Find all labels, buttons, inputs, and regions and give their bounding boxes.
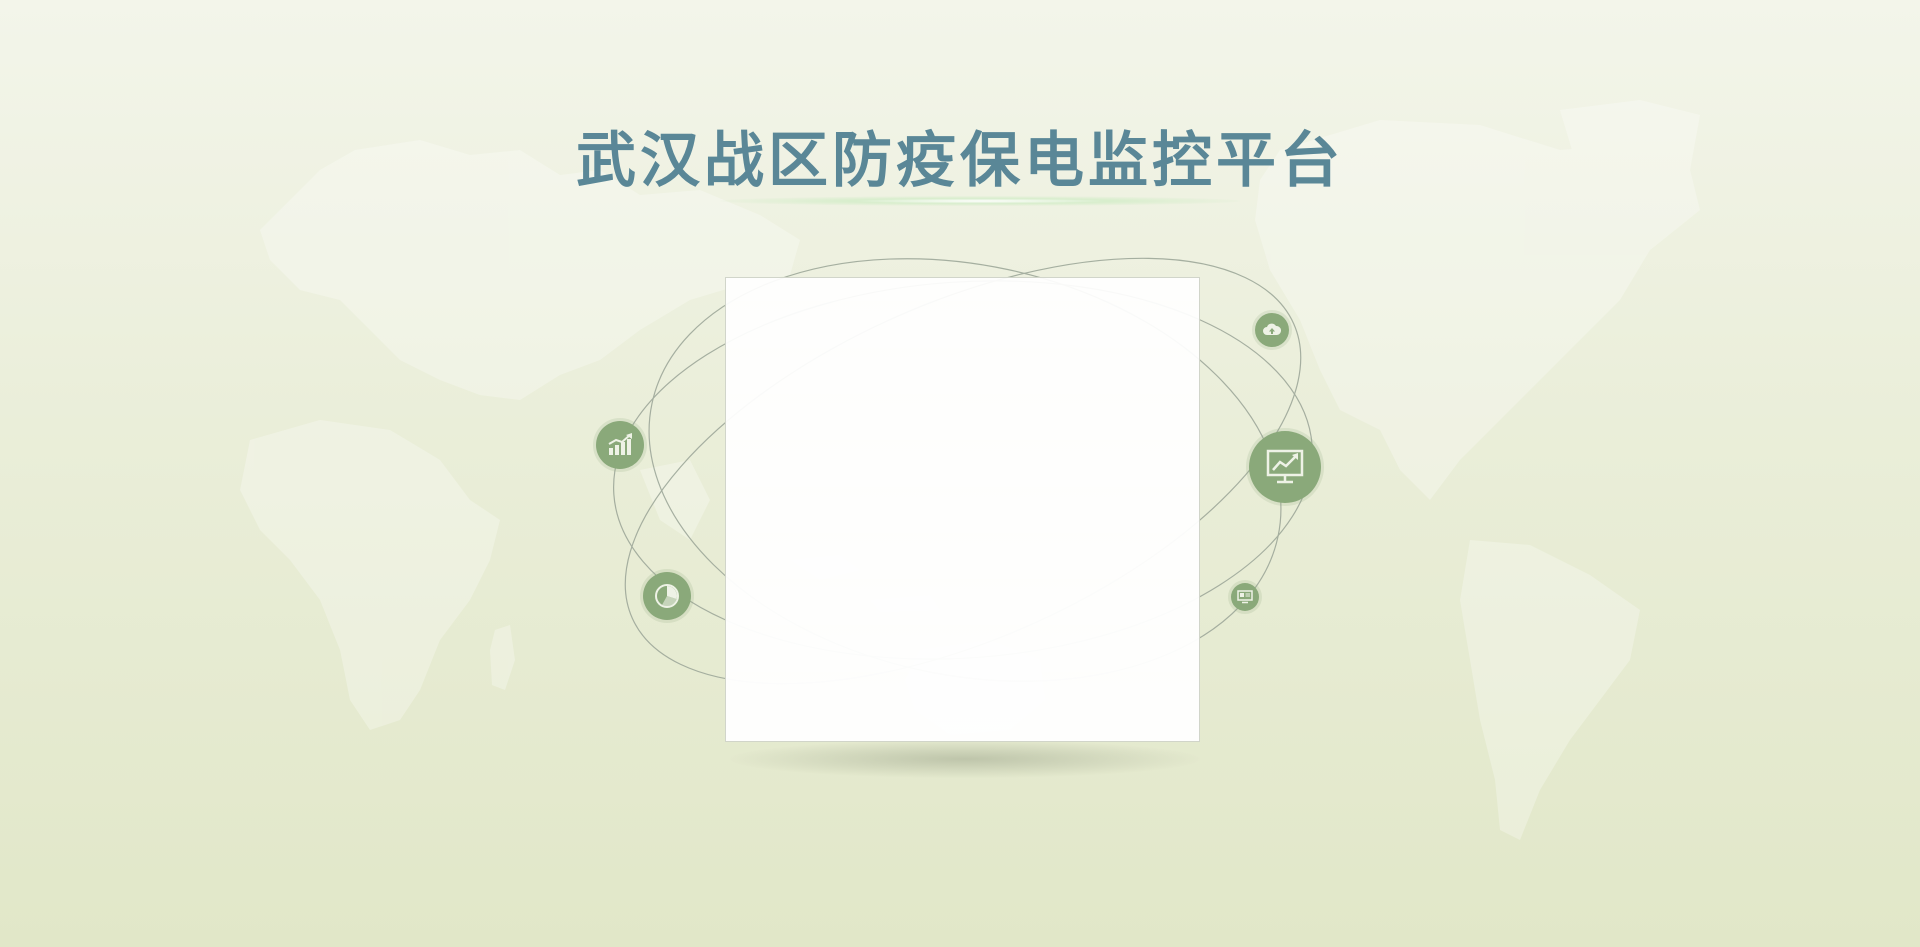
bar-chart-growth-icon	[596, 421, 644, 469]
cloud-upload-icon	[1255, 313, 1289, 347]
login-card	[725, 277, 1200, 742]
monitor-trend-icon	[1249, 431, 1321, 503]
small-screen-icon	[1231, 583, 1259, 611]
login-card-shadow	[730, 740, 1200, 778]
pie-chart-icon	[643, 572, 691, 620]
